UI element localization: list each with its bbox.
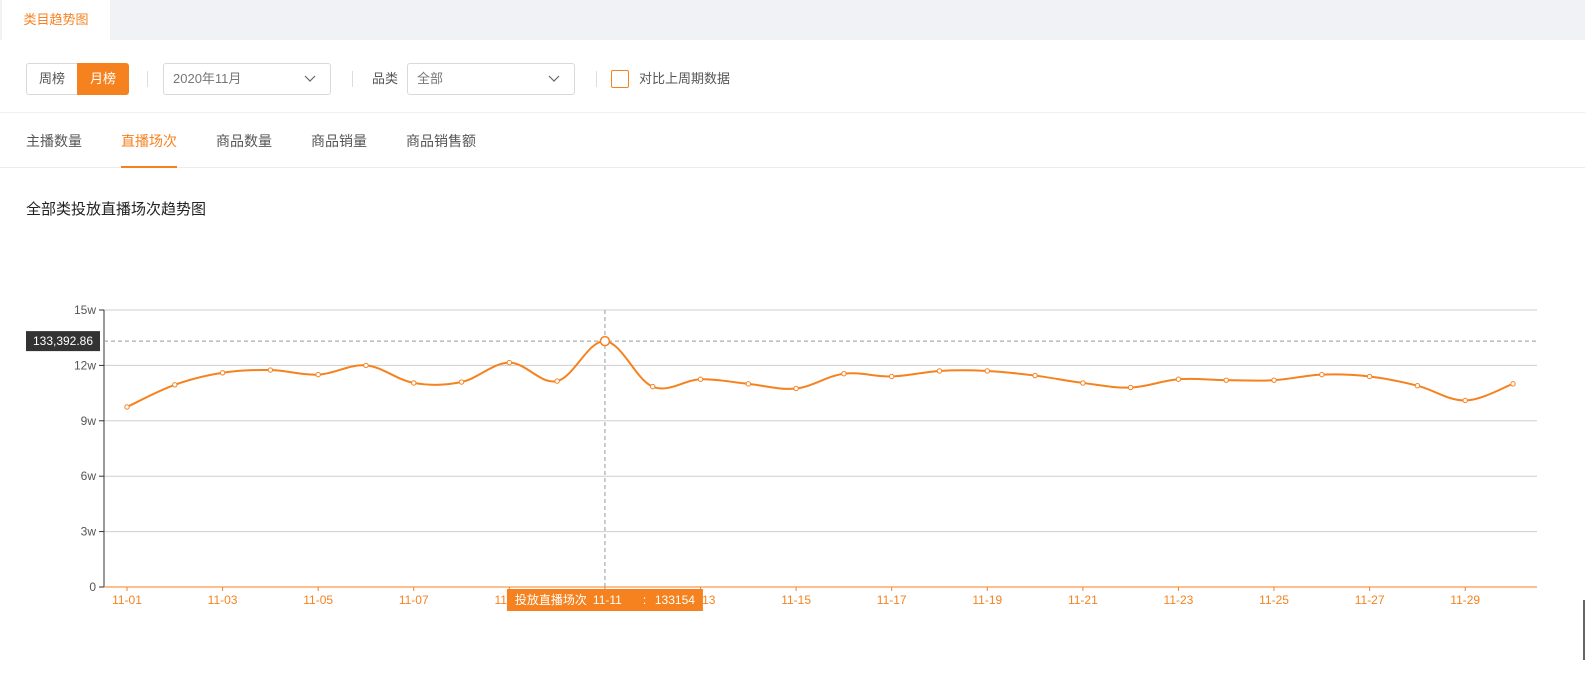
x-tick-label: 11-19 [972, 593, 1002, 607]
data-point [458, 379, 465, 385]
y-tick-label: 6w [81, 469, 97, 483]
data-point [219, 370, 226, 376]
data-point [363, 362, 369, 369]
x-tick-label: 11-23 [1164, 593, 1194, 607]
x-tick-label: 11-27 [1355, 593, 1385, 607]
data-point [1175, 376, 1182, 382]
data-point [1319, 371, 1325, 378]
data-point [1366, 373, 1373, 380]
tooltip-series: 投放直播场次 [515, 592, 587, 607]
x-tick-label: 11-07 [399, 593, 429, 607]
data-point [1510, 381, 1516, 387]
data-point [793, 385, 799, 392]
data-point [267, 367, 274, 373]
x-tick-label: 11-05 [303, 593, 333, 607]
data-point [888, 373, 895, 380]
tooltip-sep: : [643, 593, 646, 607]
data-point [554, 378, 560, 384]
data-point [1032, 372, 1038, 379]
data-point [172, 382, 178, 388]
x-tick-label: 11-15 [781, 593, 811, 607]
data-point [697, 376, 704, 382]
y-readout-label: 133,392.86 [33, 334, 93, 348]
data-point [1127, 384, 1134, 391]
x-tick-label: 11-03 [208, 593, 238, 607]
x-tick-label: 11-21 [1068, 593, 1098, 607]
x-tick-label: 11-01 [112, 593, 142, 607]
data-point [650, 383, 656, 390]
tooltip-x: 11-11 [593, 593, 622, 607]
data-point [315, 371, 321, 378]
data-point [411, 380, 417, 386]
data-point [984, 368, 990, 374]
y-tick-label: 12w [74, 358, 96, 372]
y-tick-label: 0 [89, 580, 96, 594]
data-point-highlighted [599, 335, 611, 347]
data-point [1271, 377, 1277, 383]
data-point [1414, 383, 1421, 389]
data-point [1223, 377, 1229, 383]
data-point [841, 371, 847, 377]
data-point [1462, 397, 1468, 404]
x-tick-label: 11-29 [1450, 593, 1480, 607]
data-point [1080, 380, 1086, 386]
series-line [126, 340, 1514, 408]
y-tick-label: 3w [81, 525, 97, 539]
x-tick-label: 11-25 [1259, 593, 1289, 607]
tooltip-value: 133154 [655, 593, 695, 607]
data-point [124, 404, 130, 410]
data-point [936, 368, 943, 374]
y-tick-label: 15w [74, 303, 96, 317]
data-point [745, 381, 752, 387]
x-tick-label: 11-17 [877, 593, 907, 607]
trend-chart: 03w6w9w12w15w11-0111-0311-0511-0711-0911… [26, 303, 1537, 611]
y-tick-label: 9w [81, 414, 97, 428]
data-point [506, 359, 513, 366]
